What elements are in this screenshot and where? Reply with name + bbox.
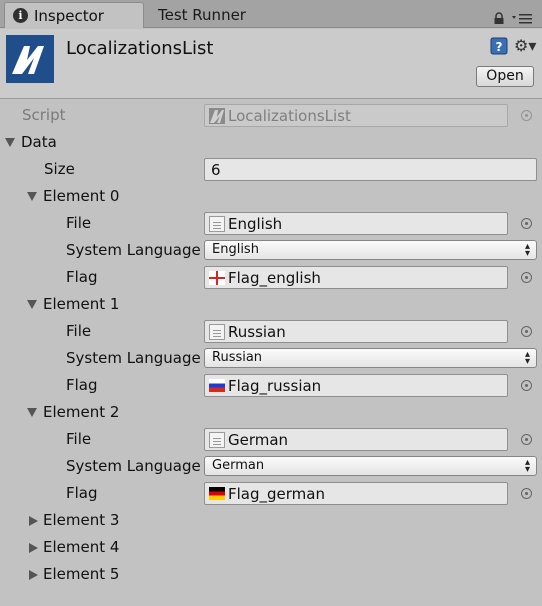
dropdown-arrows-icon: ▴ ▾ [524, 349, 530, 367]
language-label: System Language [66, 457, 201, 475]
script-file-icon [209, 107, 225, 124]
script-field: LocalizationsList [204, 104, 508, 127]
tab-inspector-label: Inspector [34, 6, 104, 25]
element-foldout-arrow-icon[interactable] [29, 570, 38, 580]
lock-icon[interactable] [493, 12, 505, 24]
element-foldout[interactable]: Element 1 [0, 291, 542, 318]
info-icon: i [13, 8, 28, 23]
flag-row: Flag Flag_russian [0, 372, 542, 399]
language-row: System Language English ▴ ▾ [0, 237, 542, 264]
germany-flag-icon [209, 487, 225, 500]
element-label: Element 4 [43, 538, 120, 556]
file-value: Russian [228, 322, 286, 341]
element-foldout[interactable]: Element 3 [0, 507, 542, 534]
file-label: File [66, 214, 92, 232]
tab-bar: i Inspector Test Runner [0, 0, 542, 28]
file-value: English [228, 214, 283, 233]
file-value: German [228, 430, 289, 449]
language-dropdown[interactable]: Russian ▴ ▾ [204, 348, 537, 368]
flag-field[interactable]: Flag_russian [204, 374, 508, 397]
svg-text:?: ? [496, 40, 503, 54]
size-input[interactable]: 6 [204, 158, 537, 181]
tab-test-runner-label: Test Runner [158, 6, 246, 24]
file-row: File English [0, 210, 542, 237]
context-menu-icon[interactable] [512, 12, 534, 24]
help-book-icon[interactable]: ? [490, 37, 508, 55]
dropdown-arrows-icon: ▴ ▾ [524, 457, 530, 475]
script-value: LocalizationsList [228, 106, 351, 125]
england-flag-icon [209, 270, 225, 285]
language-row: System Language Russian ▴ ▾ [0, 345, 542, 372]
element-foldout[interactable]: Element 4 [0, 534, 542, 561]
element-foldout[interactable]: Element 0 [0, 183, 542, 210]
language-dropdown[interactable]: German ▴ ▾ [204, 456, 537, 476]
script-picker-icon [521, 110, 532, 121]
language-value: Russian [212, 350, 263, 365]
element-label: Element 1 [43, 295, 120, 313]
file-label: File [66, 322, 92, 340]
file-label: File [66, 430, 92, 448]
text-asset-icon [209, 431, 225, 448]
element-foldout-arrow-icon[interactable] [27, 300, 37, 309]
language-label: System Language [66, 349, 201, 367]
file-field[interactable]: English [204, 212, 508, 235]
element-foldout-arrow-icon[interactable] [29, 516, 38, 526]
flag-label: Flag [66, 484, 98, 502]
object-picker-icon[interactable] [521, 434, 532, 445]
flag-field[interactable]: Flag_english [204, 266, 508, 289]
language-label: System Language [66, 241, 201, 259]
scriptable-object-logo [6, 35, 54, 83]
object-picker-icon[interactable] [521, 272, 532, 283]
element-foldout[interactable]: Element 2 [0, 399, 542, 426]
flag-label: Flag [66, 376, 98, 394]
script-row: Script LocalizationsList [0, 102, 542, 129]
flag-field[interactable]: Flag_german [204, 482, 508, 505]
size-label: Size [44, 160, 75, 178]
tab-test-runner[interactable]: Test Runner [148, 2, 298, 28]
language-value: German [212, 458, 265, 473]
element-foldout-arrow-icon[interactable] [27, 192, 37, 201]
element-label: Element 0 [43, 187, 120, 205]
element-foldout-arrow-icon[interactable] [27, 408, 37, 417]
script-label: Script [22, 106, 66, 124]
text-asset-icon [209, 323, 225, 340]
data-label: Data [21, 133, 57, 151]
data-foldout-arrow-icon[interactable] [5, 138, 15, 147]
element-label: Element 5 [43, 565, 120, 583]
object-picker-icon[interactable] [521, 488, 532, 499]
gear-icon[interactable]: ⚙▾ [514, 37, 536, 55]
text-asset-icon [209, 215, 225, 232]
tab-inspector[interactable]: i Inspector [4, 2, 144, 28]
flag-row: Flag Flag_english [0, 264, 542, 291]
asset-title: LocalizationsList [66, 38, 214, 59]
file-field[interactable]: German [204, 428, 508, 451]
element-foldout[interactable]: Element 5 [0, 561, 542, 588]
element-label: Element 3 [43, 511, 120, 529]
object-picker-icon[interactable] [521, 380, 532, 391]
element-label: Element 2 [43, 403, 120, 421]
flag-label: Flag [66, 268, 98, 286]
object-picker-icon[interactable] [521, 218, 532, 229]
flag-row: Flag Flag_german [0, 480, 542, 507]
size-row: Size 6 [0, 156, 542, 183]
object-picker-icon[interactable] [521, 326, 532, 337]
flag-value: Flag_english [228, 268, 321, 287]
data-foldout[interactable]: Data [0, 129, 542, 156]
inspector-header: LocalizationsList ? ⚙▾ Open [0, 29, 542, 99]
file-row: File Russian [0, 318, 542, 345]
language-row: System Language German ▴ ▾ [0, 453, 542, 480]
flag-value: Flag_german [228, 484, 325, 503]
element-foldout-arrow-icon[interactable] [29, 543, 38, 553]
open-button[interactable]: Open [476, 66, 534, 87]
language-dropdown[interactable]: English ▴ ▾ [204, 240, 537, 260]
dropdown-arrows-icon: ▴ ▾ [524, 241, 530, 259]
flag-value: Flag_russian [228, 376, 322, 395]
language-value: English [212, 242, 259, 257]
file-row: File German [0, 426, 542, 453]
russia-flag-icon [209, 379, 225, 392]
file-field[interactable]: Russian [204, 320, 508, 343]
